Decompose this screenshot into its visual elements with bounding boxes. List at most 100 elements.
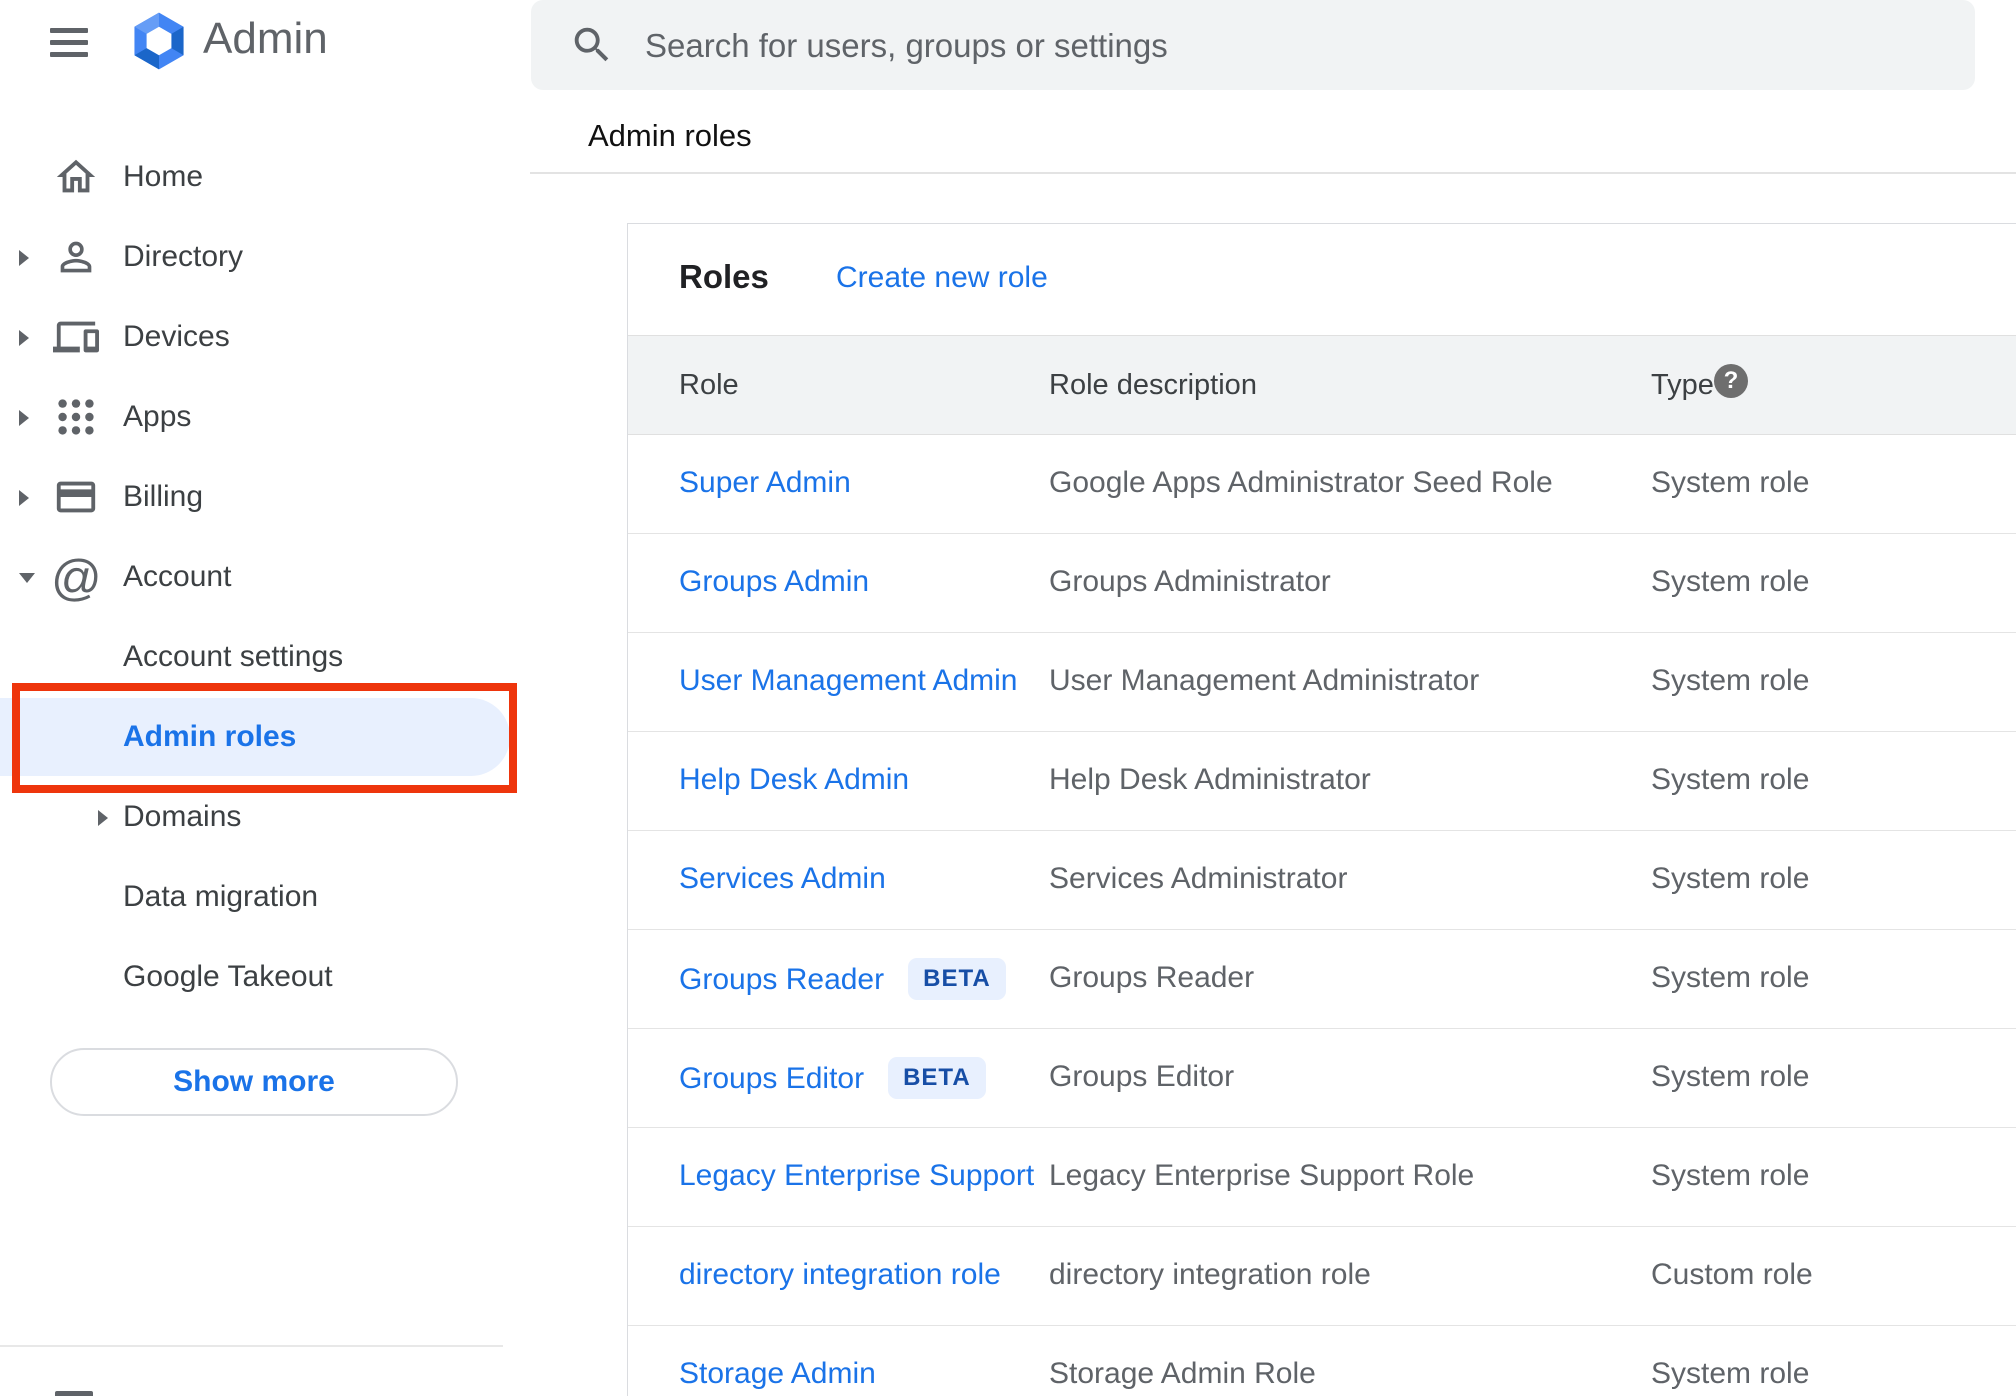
table-row: Legacy Enterprise Support Legacy Enterpri… [628,1128,2016,1227]
role-description-cell: Groups Editor [1049,1060,1235,1093]
role-cell: Services Admin [679,862,886,896]
table-body: Super Admin Google Apps Administrator See… [628,435,2016,1396]
role-description-cell: Legacy Enterprise Support Role [1049,1159,1475,1192]
person-icon [60,241,92,273]
help-icon[interactable]: ? [1714,364,1748,398]
role-link[interactable]: Storage Admin [679,1357,876,1390]
role-type-cell: System role [1651,565,1810,598]
role-type-cell: Custom role [1651,1258,1813,1291]
role-link[interactable]: Groups Reader [679,963,884,996]
sidebar-subnav: Account settings Admin roles Domains Data m… [0,617,531,1017]
table-row: Storage Admin Storage Admin Role System ro… [628,1326,2016,1396]
role-link[interactable]: Groups Editor [679,1062,864,1095]
role-link[interactable]: Groups Admin [679,565,869,598]
page-title: Admin roles [588,118,752,153]
role-link[interactable]: Services Admin [679,862,886,895]
column-header-role: Role [679,369,739,401]
role-type-cell: System role [1651,763,1810,796]
role-type-cell: System role [1651,961,1810,994]
admin-console-page: Admin Admin roles Home Directory Devices Ap… [0,0,2016,1396]
role-type-cell: System role [1651,664,1810,697]
role-cell: Groups Reader BETA [679,958,1006,1003]
search-input[interactable] [643,0,1947,92]
search-bar[interactable] [531,0,1975,92]
sidebar-subitem-label: Data migration [123,880,319,913]
sidebar-subitem-data-migration[interactable]: Data migration [0,857,531,937]
role-link[interactable]: Legacy Enterprise Support [679,1159,1034,1192]
table-row: Groups Editor BETA Groups Editor System rol… [628,1029,2016,1128]
create-new-role-link[interactable]: Create new role [836,261,1048,295]
devices-icon [53,321,99,353]
role-type-cell: System role [1651,1357,1810,1390]
column-header-type: Type [1651,369,1714,401]
sidebar-subitem-label: Domains [123,800,242,833]
sidebar-item-devices[interactable]: Devices [0,297,531,377]
role-cell: Super Admin [679,466,851,500]
sidebar-item-label: Billing [123,480,204,513]
app-title: Admin [203,14,328,63]
role-cell: Legacy Enterprise Support [679,1159,1034,1193]
table-row: Super Admin Google Apps Administrator See… [628,435,2016,534]
sidebar-subitem-google-takeout[interactable]: Google Takeout [0,937,531,1017]
table-header-row: Role Role description Type ? [628,335,2016,435]
sidebar-item-label: Directory [123,240,244,273]
show-more-button[interactable]: Show more [50,1048,458,1116]
sidebar-subitem-admin-roles[interactable]: Admin roles [0,683,531,793]
sidebar-item-label: Devices [123,320,230,353]
card-title: Roles [679,258,769,295]
sidebar-subitem-label: Google Takeout [123,960,333,993]
role-description-cell: directory integration role [1049,1258,1371,1291]
role-description-cell: Help Desk Administrator [1049,763,1371,796]
caret-right-icon[interactable] [19,330,29,351]
role-cell: User Management Admin [679,664,1018,698]
caret-right-icon[interactable] [19,250,29,271]
role-cell: Groups Admin [679,565,869,599]
table-row: Help Desk Admin Help Desk Administrator Sy… [628,732,2016,831]
sidebar-item-billing[interactable]: Billing [0,457,531,537]
role-cell: Help Desk Admin [679,763,909,797]
role-link[interactable]: Help Desk Admin [679,763,909,796]
role-link[interactable]: Super Admin [679,466,851,499]
role-link[interactable]: directory integration role [679,1258,1001,1291]
annotation-box [12,683,517,793]
role-type-cell: System role [1651,862,1810,895]
role-type-cell: System role [1651,1159,1810,1192]
beta-badge: BETA [888,1057,986,1099]
role-type-cell: System role [1651,1060,1810,1093]
search-icon [574,27,609,62]
sidebar-item-account[interactable]: @ Account [0,537,531,617]
column-header-description: Role description [1049,369,1257,401]
partial-bottom-icon [55,1391,93,1396]
sidebar-bottom-divider [0,1345,503,1347]
home-icon [56,159,96,193]
title-divider [530,172,2016,174]
role-description-cell: Google Apps Administrator Seed Role [1049,466,1553,499]
role-description-cell: Services Administrator [1049,862,1348,895]
sidebar-item-label: Home [123,160,204,193]
sidebar-nav: Home Directory Devices Apps Billing @ Account [0,137,531,617]
sidebar-subitem-label: Account settings [123,640,344,673]
caret-right-icon[interactable] [19,410,29,431]
role-link[interactable]: User Management Admin [679,664,1018,697]
at-sign-icon: @ [51,550,102,606]
table-row: Groups Admin Groups Administrator System r… [628,534,2016,633]
table-row: User Management Admin User Management Adm… [628,633,2016,732]
apps-grid-icon [58,399,94,435]
sidebar-item-apps[interactable]: Apps [0,377,531,457]
sidebar-item-home[interactable]: Home [0,137,531,217]
caret-right-icon[interactable] [19,490,29,511]
roles-card: Roles Create new role Role Role descript… [627,223,2016,1396]
hamburger-icon[interactable] [50,24,90,60]
sidebar-item-label: Account [123,560,232,593]
caret-down-icon[interactable] [19,570,35,588]
role-description-cell: Groups Administrator [1049,565,1331,598]
role-type-cell: System role [1651,466,1810,499]
role-cell: directory integration role [679,1258,1001,1292]
caret-right-icon[interactable] [98,810,108,831]
sidebar-item-directory[interactable]: Directory [0,217,531,297]
roles-card-header: Roles Create new role [628,224,2016,335]
role-description-cell: Groups Reader [1049,961,1255,994]
role-description-cell: User Management Administrator [1049,664,1480,697]
admin-hexagon-logo[interactable] [128,10,190,72]
credit-card-icon [56,481,96,513]
